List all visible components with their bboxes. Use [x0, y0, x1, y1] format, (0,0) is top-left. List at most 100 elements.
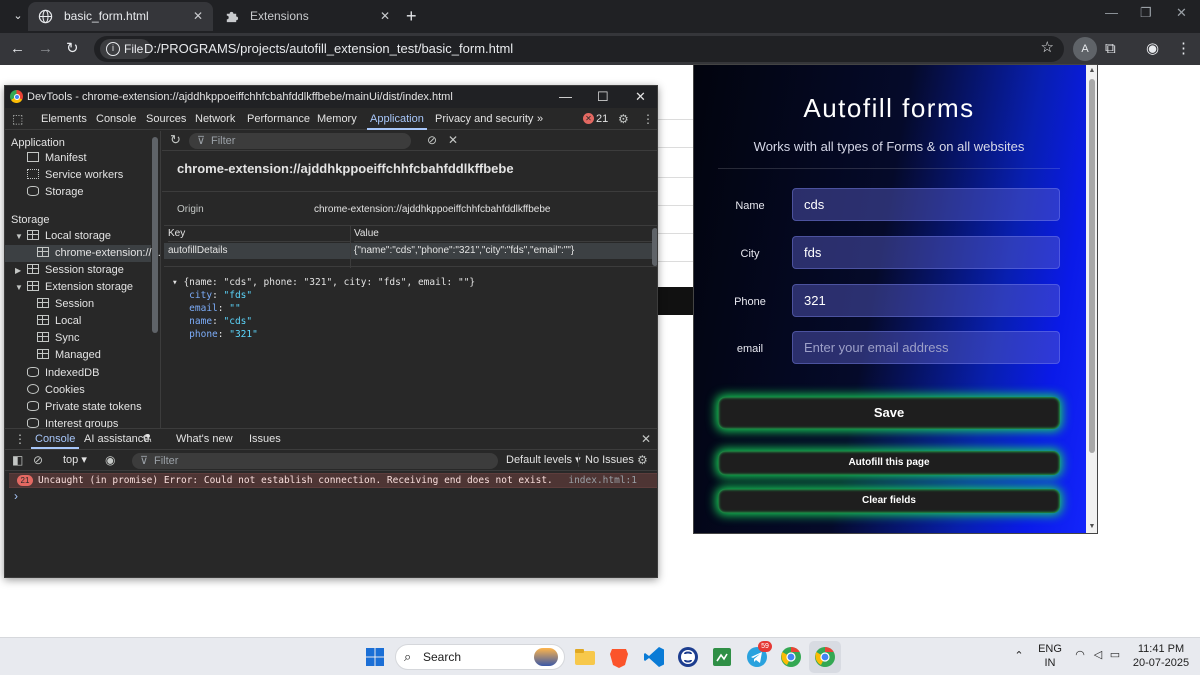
speaker-muted-icon[interactable]: ◁ [1091, 649, 1105, 662]
sidebar-item-indexeddb[interactable]: IndexedDB [27, 365, 99, 382]
minimize-icon[interactable]: — [1105, 5, 1118, 20]
tab-privacy-security[interactable]: Privacy and security [435, 108, 533, 130]
wifi-icon[interactable]: ◠ [1071, 649, 1089, 662]
brave-browser-icon[interactable] [607, 645, 631, 669]
restore-icon[interactable]: ❐ [1140, 5, 1152, 21]
minimize-icon[interactable]: — [559, 86, 572, 108]
chrome-profile-icon[interactable] [779, 645, 803, 669]
close-tab-icon[interactable]: ✕ [193, 2, 203, 31]
input-region[interactable]: IN [1037, 657, 1063, 670]
email-input[interactable]: Enter your email address [792, 331, 1060, 364]
sidebar-item-extension-storage[interactable]: ▼ Extension storage [15, 279, 133, 296]
log-levels-dropdown[interactable]: Default levels ▾ [506, 450, 581, 470]
spreadsheet-app-icon[interactable] [710, 645, 734, 669]
popup-scrollbar[interactable]: ▲ ▼ [1086, 65, 1097, 533]
drawer-tab-console[interactable]: Console [31, 429, 80, 449]
save-button[interactable]: Save [718, 397, 1060, 429]
console-filter-input[interactable]: ⊽ Filter [132, 453, 498, 469]
tray-chevron-icon[interactable]: ⌃ [1011, 650, 1027, 663]
tab-network[interactable]: Network [195, 108, 235, 130]
sidebar-item-local-storage-origin[interactable]: chrome-extension://... [5, 245, 160, 262]
close-drawer-icon[interactable]: ✕ [641, 429, 651, 449]
close-window-icon[interactable]: ✕ [635, 86, 646, 108]
extensions-puzzle-icon[interactable]: ⧉ [1105, 39, 1116, 59]
tab-console[interactable]: Console [96, 108, 136, 130]
expanded-triangle-icon[interactable]: ▾ [172, 277, 183, 288]
forward-arrow-icon[interactable]: → [38, 39, 53, 59]
sidebar-item-session-storage[interactable]: ▶ Session storage [15, 262, 124, 279]
storage-filter-input[interactable]: ⊽ Filter [189, 133, 411, 149]
sidebar-item-ext-managed[interactable]: Managed [37, 347, 101, 364]
battery-icon[interactable]: ▭ [1108, 649, 1122, 662]
city-input[interactable]: fds [792, 236, 1060, 269]
tab-extensions[interactable]: Extensions ✕ [214, 2, 400, 31]
error-count[interactable]: 21 [596, 108, 608, 130]
row-value[interactable]: {"name":"cds","phone":"321","city":"fds"… [354, 243, 654, 259]
table-row[interactable]: autofillDetails {"name":"cds","phone":"3… [164, 243, 654, 259]
error-source-link[interactable]: index.html:1 [568, 474, 637, 488]
sidebar-item-ext-local[interactable]: Local [37, 313, 81, 330]
autofill-page-button[interactable]: Autofill this page [718, 451, 1060, 475]
table-scrollbar[interactable] [652, 228, 657, 266]
inspect-element-icon[interactable]: ⬚ [12, 109, 23, 129]
sidebar-item-ext-session[interactable]: Session [37, 296, 94, 313]
chrome-active-icon[interactable] [813, 645, 837, 669]
clear-fields-button[interactable]: Clear fields [718, 489, 1060, 513]
taskbar-search-box[interactable]: ⌕ Search [395, 644, 565, 670]
maximize-icon[interactable]: ☐ [597, 86, 609, 108]
profile-avatar[interactable]: A [1073, 37, 1097, 61]
sidebar-item-ext-sync[interactable]: Sync [37, 330, 79, 347]
scroll-up-arrow-icon[interactable]: ▲ [1087, 67, 1097, 74]
reload-icon[interactable]: ↻ [66, 39, 79, 59]
tab-search-chevron-icon[interactable]: ⌄ [8, 6, 28, 26]
sidebar-toggle-icon[interactable]: ◧ [12, 450, 23, 470]
settings-gear-icon[interactable]: ⚙ [618, 109, 629, 129]
sidebar-item-storage[interactable]: Storage [27, 184, 84, 201]
clear-all-icon[interactable]: ⊘ [427, 131, 437, 150]
console-settings-gear-icon[interactable]: ⚙ [637, 450, 648, 470]
address-bar[interactable]: i File D:/PROGRAMS/projects/autofill_ext… [94, 36, 1064, 62]
eye-icon[interactable]: ◉ [105, 450, 115, 470]
sidebar-item-service-workers[interactable]: Service workers [27, 167, 123, 184]
kebab-menu-icon[interactable]: ⋮ [1176, 39, 1191, 59]
name-input[interactable]: cds [792, 188, 1060, 221]
expanded-triangle-icon[interactable]: ▼ [15, 228, 23, 245]
drawer-menu-icon[interactable]: ⋮ [14, 429, 26, 449]
input-language[interactable]: ENG [1037, 643, 1063, 656]
sidebar-item-cookies[interactable]: Cookies [27, 382, 85, 399]
app-s-icon[interactable] [676, 645, 700, 669]
windows-start-icon[interactable] [363, 645, 387, 669]
tab-basic-form[interactable]: basic_form.html ✕ [28, 2, 213, 31]
back-arrow-icon[interactable]: ← [10, 39, 25, 59]
tab-elements[interactable]: Elements [41, 108, 87, 130]
more-tabs-chevron-icon[interactable]: » [537, 108, 543, 130]
new-tab-plus-icon[interactable]: + [406, 6, 417, 26]
sidebar-item-private-state-tokens[interactable]: Private state tokens [27, 399, 142, 416]
drawer-tab-issues[interactable]: Issues [249, 429, 281, 449]
clock-time[interactable]: 11:41 PM [1131, 643, 1191, 656]
sidebar-item-manifest[interactable]: Manifest [27, 150, 87, 167]
column-header-value[interactable]: Value [354, 226, 654, 242]
console-prompt[interactable]: › [14, 489, 18, 503]
issues-count[interactable]: No Issues [585, 450, 634, 470]
collapsed-triangle-icon[interactable]: ▶ [15, 262, 21, 279]
tab-performance[interactable]: Performance [247, 108, 310, 130]
tab-sources[interactable]: Sources [146, 108, 186, 130]
scrollbar-thumb[interactable] [1089, 79, 1095, 453]
tab-memory[interactable]: Memory [317, 108, 357, 130]
tab-application[interactable]: Application [367, 108, 427, 130]
sidebar-item-local-storage[interactable]: ▼ Local storage [15, 228, 111, 245]
context-selector[interactable]: top ▾ [63, 450, 87, 470]
vscode-icon[interactable] [642, 645, 666, 669]
bookmark-star-icon[interactable]: ☆ [1041, 38, 1054, 56]
sidebar-scrollbar[interactable] [152, 137, 158, 333]
drawer-tab-ai-assistance[interactable]: AI assistance [84, 429, 149, 449]
column-header-key[interactable]: Key [168, 226, 350, 242]
clock-date[interactable]: 20-07-2025 [1131, 657, 1191, 670]
clear-console-icon[interactable]: ⊘ [33, 450, 43, 470]
drawer-tab-whats-new[interactable]: What's new [176, 429, 233, 449]
refresh-icon[interactable]: ↻ [170, 131, 181, 150]
more-options-icon[interactable]: ⋮ [642, 109, 654, 129]
phone-input[interactable]: 321 [792, 284, 1060, 317]
close-tab-icon[interactable]: ✕ [380, 2, 390, 31]
